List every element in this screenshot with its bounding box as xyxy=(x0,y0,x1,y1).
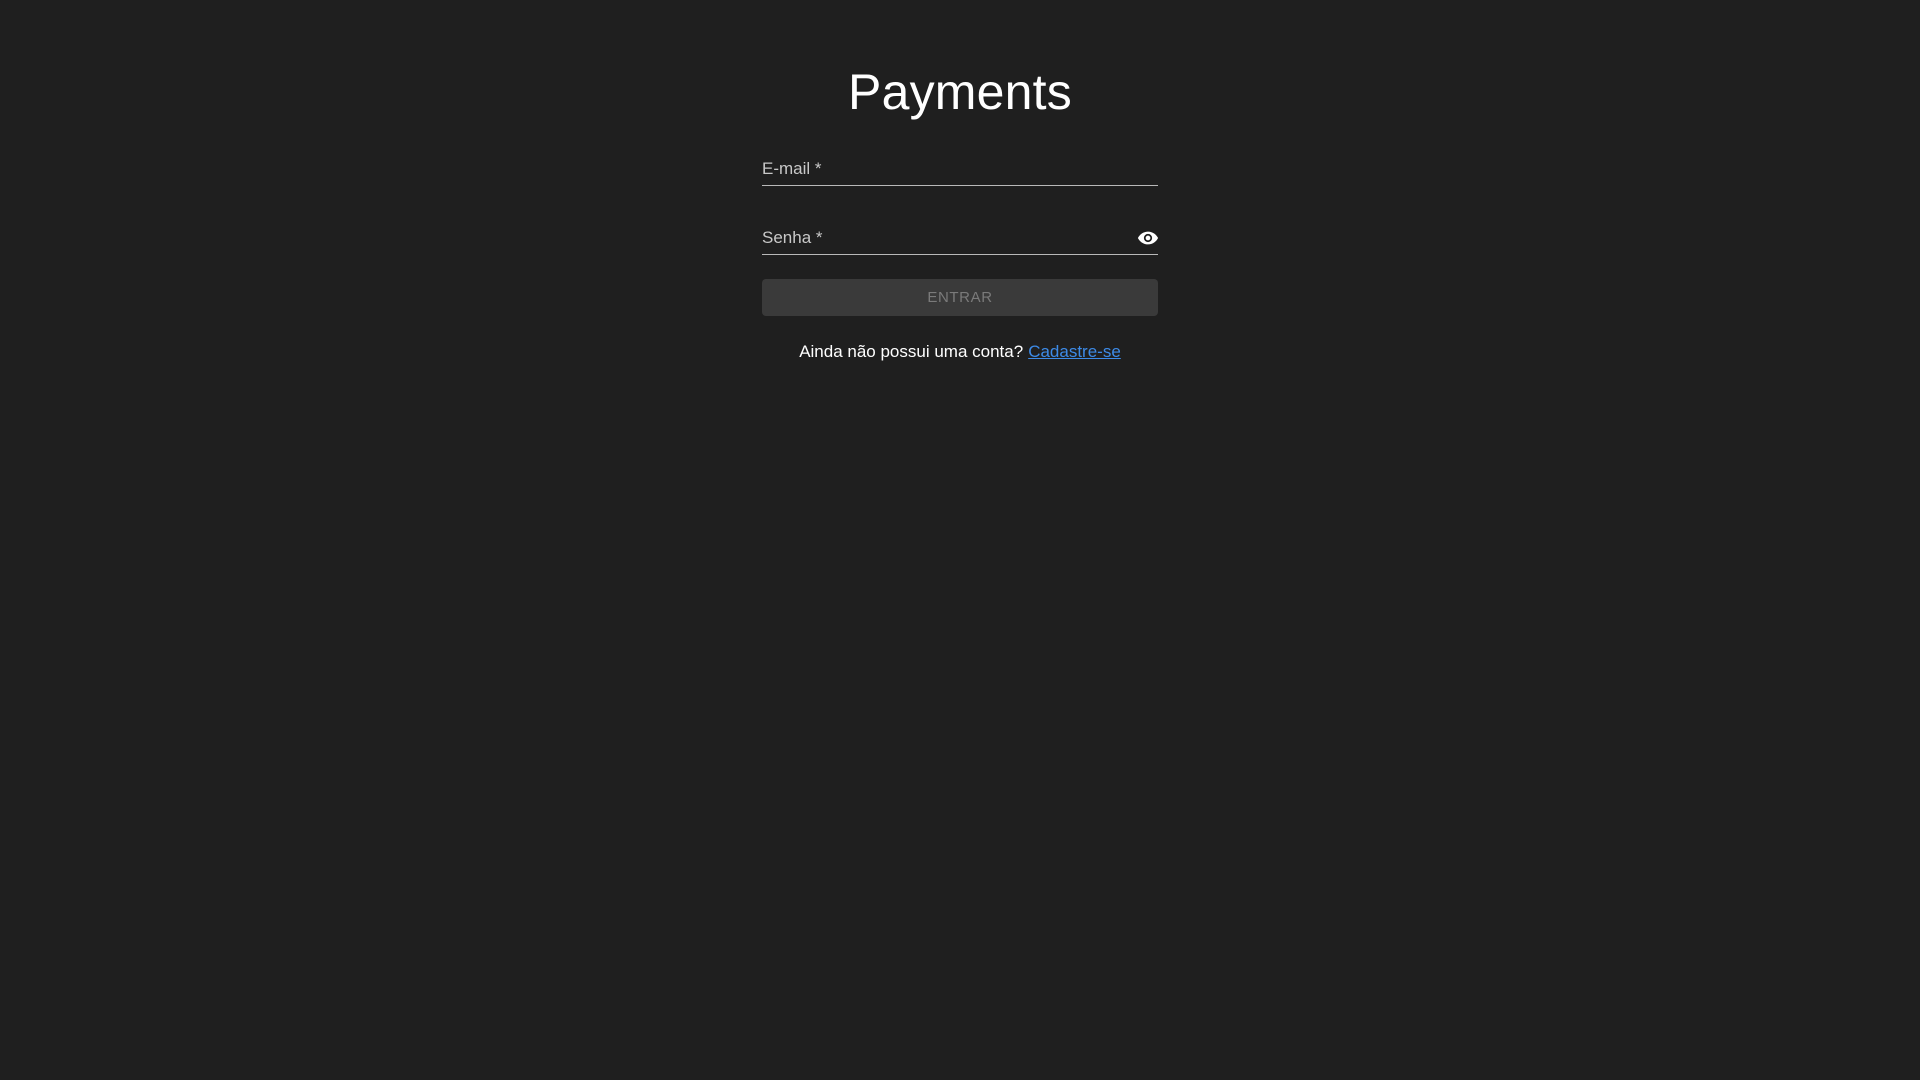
password-field[interactable] xyxy=(762,220,1158,254)
eye-icon[interactable] xyxy=(1134,224,1162,252)
password-field-container: Senha * xyxy=(762,220,1159,255)
signup-row: Ainda não possui uma conta? Cadastre-se xyxy=(762,342,1158,362)
email-field-container: E-mail * xyxy=(762,151,1158,186)
signup-prompt: Ainda não possui uma conta? xyxy=(799,342,1024,361)
login-button[interactable]: ENTRAR xyxy=(762,279,1158,316)
page-title: Payments xyxy=(848,64,1072,120)
login-form: Payments E-mail * Senha * ENTRAR Ainda n… xyxy=(762,58,1159,362)
login-page: Payments E-mail * Senha * ENTRAR Ainda n… xyxy=(0,0,1920,1080)
signup-link[interactable]: Cadastre-se xyxy=(1028,342,1121,361)
email-field[interactable] xyxy=(762,151,1158,185)
